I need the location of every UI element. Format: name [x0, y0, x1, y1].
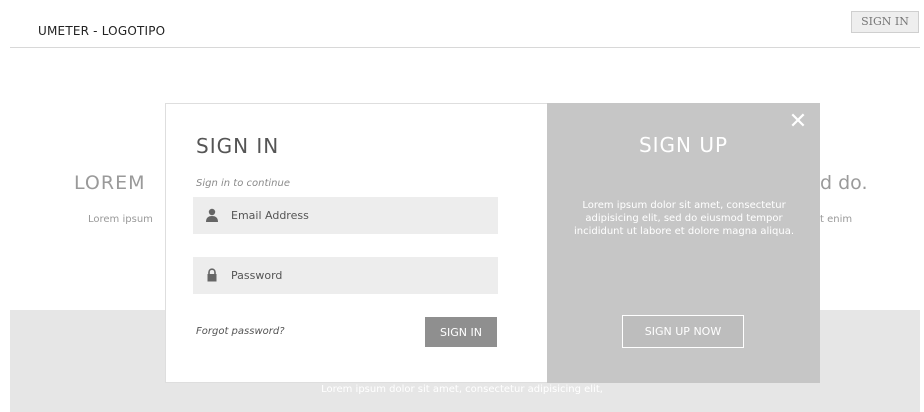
close-icon[interactable]: ✕	[787, 111, 809, 133]
sign-up-now-button[interactable]: SIGN UP NOW	[622, 315, 744, 348]
sign-in-title: SIGN IN	[196, 134, 280, 158]
password-input[interactable]	[231, 257, 491, 294]
sign-in-subtitle: Sign in to continue	[196, 178, 290, 189]
password-field[interactable]	[193, 257, 498, 294]
email-field[interactable]	[193, 197, 498, 234]
lock-icon	[207, 268, 217, 282]
sign-up-panel: ✕ SIGN UP Lorem ipsum dolor sit amet, co…	[547, 103, 820, 383]
background-heading-left: LOREM	[74, 172, 146, 194]
user-icon	[206, 208, 218, 222]
email-input[interactable]	[231, 197, 491, 234]
header-sign-in-button[interactable]: SIGN IN	[851, 11, 919, 33]
background-text-left: Lorem ipsum	[88, 214, 153, 225]
sign-up-title: SIGN UP	[638, 133, 729, 157]
background-heading-right: d do.	[820, 172, 868, 194]
sign-in-panel: SIGN IN Sign in to continue Forgot passw…	[165, 103, 548, 383]
logo: UMETER - LOGOTIPO	[38, 24, 166, 38]
top-bar: UMETER - LOGOTIPO SIGN IN	[0, 0, 924, 48]
background-text-right: t enim	[820, 214, 853, 225]
forgot-password-link[interactable]: Forgot password?	[196, 326, 285, 337]
sign-in-submit-button[interactable]: SIGN IN	[425, 317, 497, 347]
sign-up-text: Lorem ipsum dolor sit amet, consectetur …	[573, 200, 795, 237]
band-text: Lorem ipsum dolor sit amet, consectetur …	[321, 384, 603, 395]
header-divider	[10, 47, 920, 48]
auth-modal: SIGN IN Sign in to continue Forgot passw…	[165, 103, 820, 383]
